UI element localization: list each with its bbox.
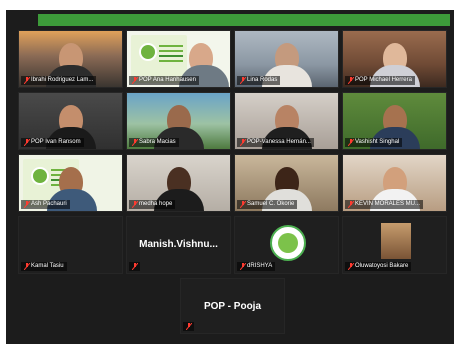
participant-name-tag: POP Michael Herrera	[345, 76, 415, 85]
participant-name-tag: Vashisht Singhal	[345, 138, 403, 147]
participant-name-tag: medha hope	[129, 200, 176, 209]
profile-picture	[381, 223, 411, 259]
participant-name-tag: KEVIN MORALES MU...	[345, 200, 424, 209]
participant-tile[interactable]: Lina Rodas	[234, 30, 339, 88]
participant-name-tag: Sabra Macias	[129, 138, 179, 147]
participant-name-tag: POP-Vanessa Hernán...	[237, 138, 314, 147]
participant-tile[interactable]: Ibrahi Rodriguez Lam...	[18, 30, 123, 88]
participant-tile[interactable]: Sabra Macias	[126, 92, 231, 150]
participant-name: Ash Pachauri	[31, 201, 67, 207]
participant-name-tag: Ash Pachauri	[21, 200, 70, 209]
participant-name: Samuel C. Okorie	[247, 201, 295, 207]
participant-name: Kamal Tasiu	[31, 263, 64, 269]
mic-muted-icon	[132, 263, 138, 270]
mic-muted-icon	[240, 77, 246, 84]
gallery-view: Ibrahi Rodriguez Lam... POP Ana Hanhause…	[16, 30, 450, 334]
participant-name: Oluwatoyosi Bakare	[355, 263, 409, 269]
event-logo-icon	[278, 233, 298, 253]
participant-tile[interactable]: Kamal Tasiu	[18, 216, 123, 274]
participant-name-tag	[129, 262, 140, 271]
participant-tile[interactable]: Oluwatoyosi Bakare	[342, 216, 447, 274]
participant-name-tag: Kamal Tasiu	[21, 262, 67, 271]
mic-muted-icon	[348, 201, 354, 208]
participant-tile[interactable]: POP Michael Herrera	[342, 30, 447, 88]
participant-name: Lina Rodas	[247, 77, 278, 83]
mic-muted-icon	[348, 263, 354, 270]
zoom-window: Ibrahi Rodriguez Lam... POP Ana Hanhause…	[6, 10, 454, 344]
participant-tile[interactable]: POP - Pooja	[180, 278, 285, 334]
mic-muted-icon	[186, 323, 192, 330]
participant-name: Sabra Macias	[139, 139, 176, 145]
event-logo-icon	[139, 43, 157, 61]
participant-tile[interactable]: POP Ivan Ransom	[18, 92, 123, 150]
profile-picture	[270, 225, 306, 261]
participant-name-tag: POP Ivan Ransom	[21, 138, 84, 147]
mic-muted-icon	[24, 201, 30, 208]
mic-muted-icon	[348, 139, 354, 146]
mic-muted-icon	[240, 263, 246, 270]
mic-muted-icon	[348, 77, 354, 84]
participant-tile[interactable]: POP Ana Hanhausen	[126, 30, 231, 88]
participant-name-tag: Ibrahi Rodriguez Lam...	[21, 76, 97, 85]
participant-tile[interactable]: dRISHYA	[234, 216, 339, 274]
mic-muted-icon	[132, 201, 138, 208]
participant-tile[interactable]: Ash Pachauri	[18, 154, 123, 212]
participant-tile[interactable]: Samuel C. Okorie	[234, 154, 339, 212]
participant-name: KEVIN MORALES MU...	[355, 201, 421, 207]
participant-name: dRISHYA	[247, 263, 273, 269]
participant-name: Ibrahi Rodriguez Lam...	[31, 77, 94, 83]
mic-muted-icon	[24, 77, 30, 84]
mic-muted-icon	[132, 77, 138, 84]
participant-tile[interactable]: medha hope	[126, 154, 231, 212]
participant-tile[interactable]: POP-Vanessa Hernán...	[234, 92, 339, 150]
participant-name: medha hope	[139, 201, 173, 207]
participant-name-tag: POP Ana Hanhausen	[129, 76, 199, 85]
mic-muted-icon	[24, 263, 30, 270]
participant-name: Vashisht Singhal	[355, 139, 400, 145]
participant-display-name: Manish.Vishnu...	[139, 239, 218, 250]
mic-muted-icon	[240, 139, 246, 146]
participant-display-name: POP - Pooja	[203, 301, 262, 312]
mic-muted-icon	[132, 139, 138, 146]
event-logo-icon	[31, 167, 49, 185]
mic-muted-icon	[24, 139, 30, 146]
participant-name: POP Ivan Ransom	[31, 139, 81, 145]
participant-tile[interactable]: KEVIN MORALES MU...	[342, 154, 447, 212]
participant-name: POP Michael Herrera	[355, 77, 412, 83]
header-bar	[38, 14, 450, 26]
participant-name: POP Ana Hanhausen	[139, 77, 196, 83]
participant-name-tag: Samuel C. Okorie	[237, 200, 298, 209]
participant-name: POP-Vanessa Hernán...	[247, 139, 311, 145]
mic-muted-icon	[240, 201, 246, 208]
participant-name-tag	[183, 322, 194, 331]
participant-name-tag: dRISHYA	[237, 262, 276, 271]
participant-tile[interactable]: Vashisht Singhal	[342, 92, 447, 150]
participant-tile[interactable]: Manish.Vishnu...	[126, 216, 231, 274]
participant-name-tag: Oluwatoyosi Bakare	[345, 262, 412, 271]
participant-name-tag: Lina Rodas	[237, 76, 281, 85]
